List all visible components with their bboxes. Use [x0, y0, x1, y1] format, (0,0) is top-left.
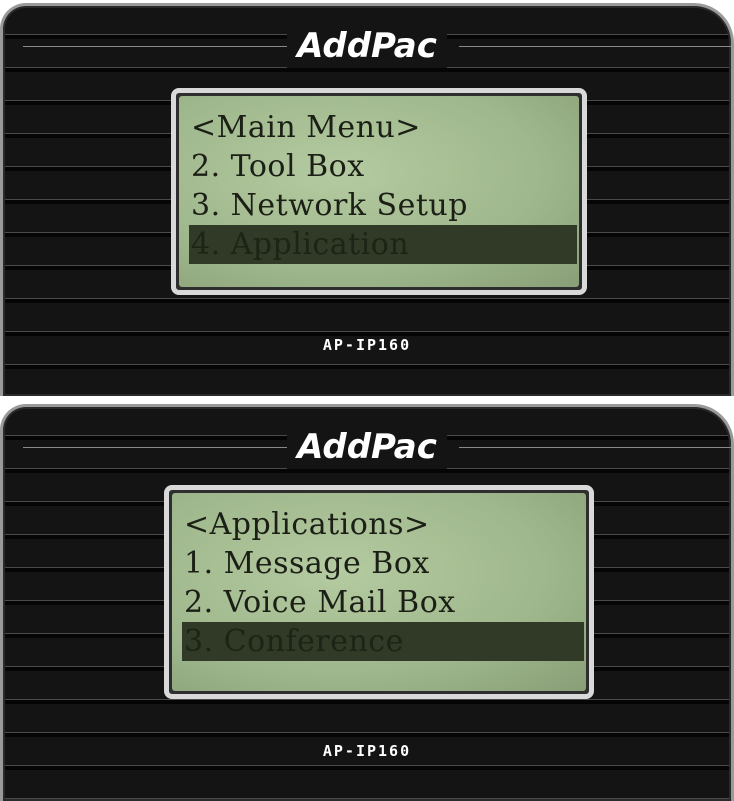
menu-item-conference[interactable]: 3. Conference	[182, 622, 584, 661]
brand-header: AddPac	[3, 425, 731, 469]
brand-divider-left	[23, 447, 291, 448]
menu-title: <Applications>	[184, 507, 430, 542]
menu-item-voice-mail-box[interactable]: 2. Voice Mail Box	[184, 583, 586, 622]
lcd-screen: <Main Menu> 2. Tool Box 3. Network Setup…	[179, 96, 579, 287]
brand-logo: AddPac	[287, 24, 447, 68]
menu-title: <Main Menu>	[191, 110, 421, 145]
brand-logo: AddPac	[287, 425, 447, 469]
menu-item-tool-box[interactable]: 2. Tool Box	[191, 147, 579, 186]
device-panel-applications: AddPac <Applications> 1. Message Box 2. …	[0, 404, 734, 801]
model-label: AP-IP160	[322, 336, 412, 354]
lcd-bezel: <Applications> 1. Message Box 2. Voice M…	[164, 485, 594, 699]
brand-divider-right	[459, 447, 731, 448]
lcd-screen: <Applications> 1. Message Box 2. Voice M…	[172, 493, 586, 691]
menu-item-message-box[interactable]: 1. Message Box	[184, 544, 586, 583]
brand-divider-right	[459, 46, 731, 47]
device-panel-main-menu: AddPac <Main Menu> 2. Tool Box 3. Networ…	[0, 3, 734, 396]
menu-item-application[interactable]: 4. Application	[189, 225, 577, 264]
menu-item-network-setup[interactable]: 3. Network Setup	[191, 186, 579, 225]
model-label: AP-IP160	[322, 742, 412, 760]
brand-divider-left	[23, 46, 291, 47]
lcd-bezel: <Main Menu> 2. Tool Box 3. Network Setup…	[171, 88, 587, 295]
brand-header: AddPac	[3, 24, 731, 68]
